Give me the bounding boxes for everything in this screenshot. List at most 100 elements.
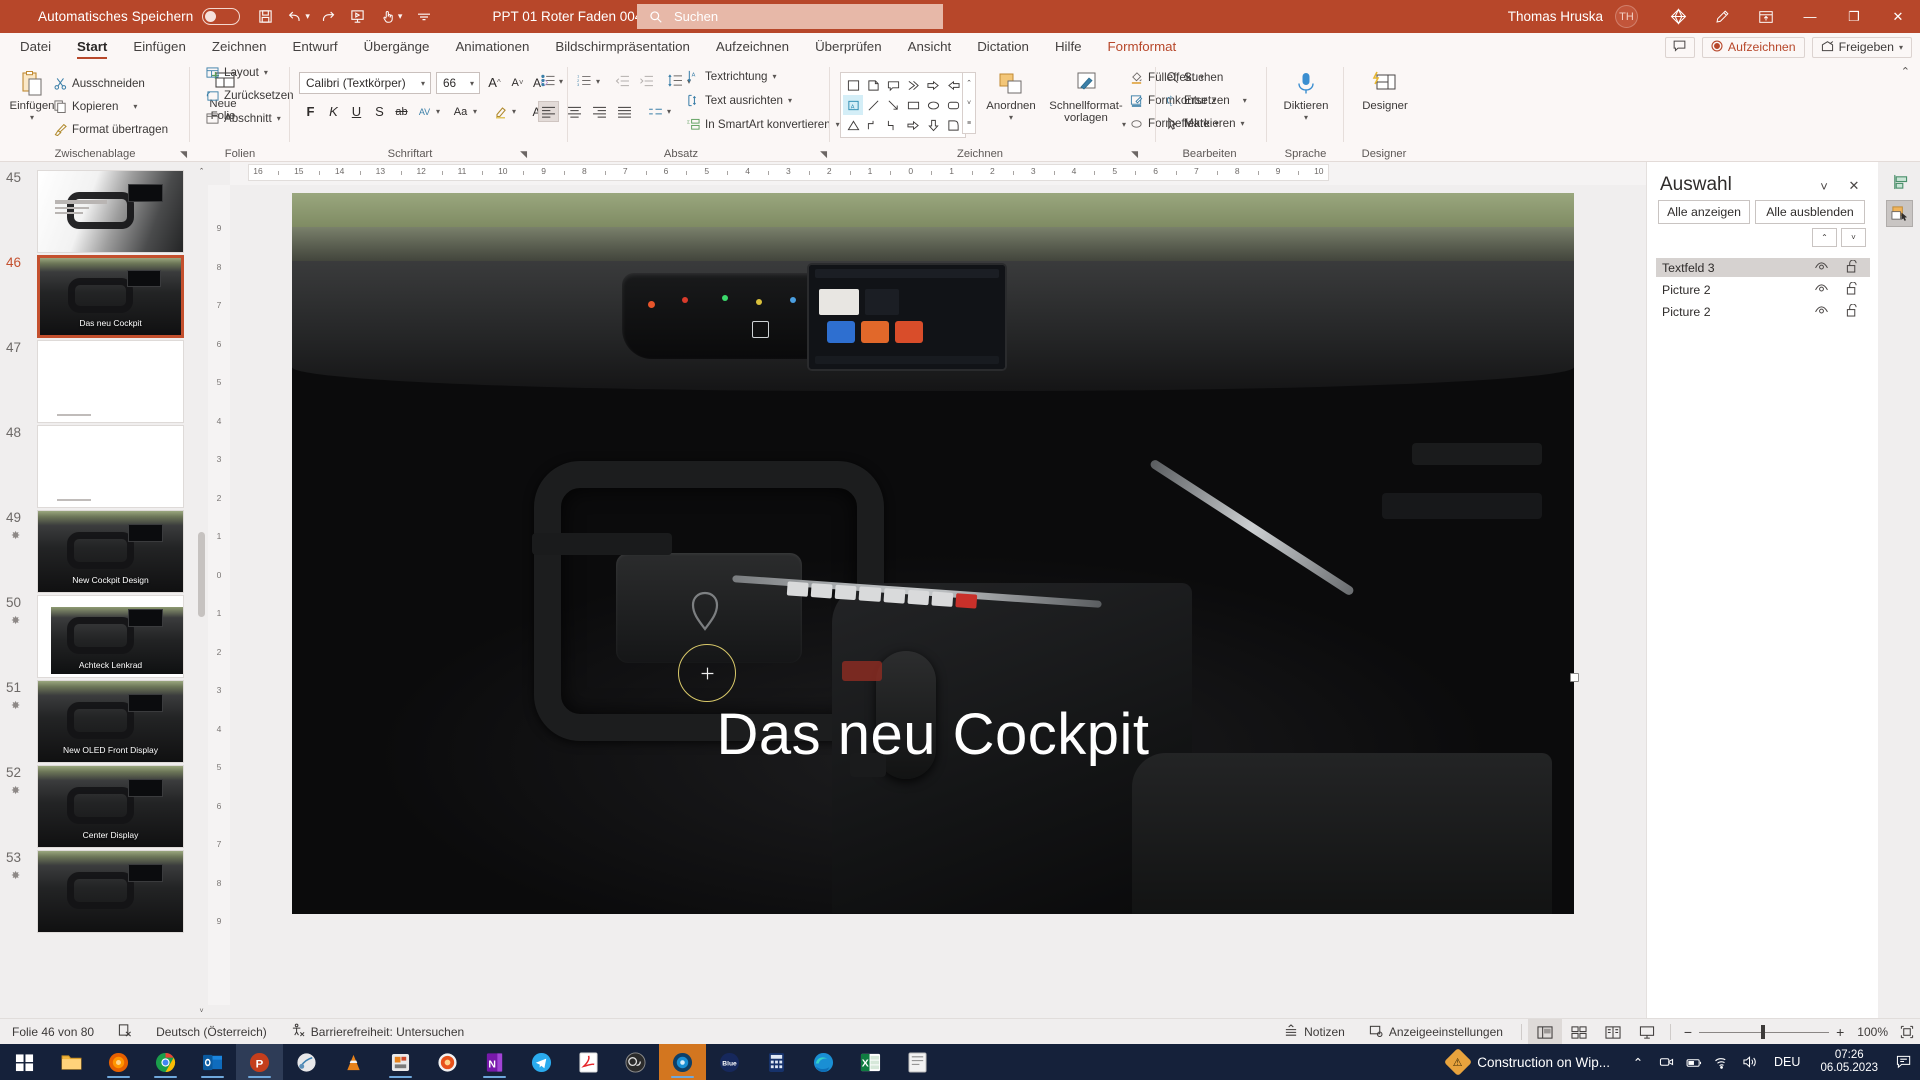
- redo-icon[interactable]: [313, 4, 343, 30]
- visibility-eye-icon[interactable]: [1814, 283, 1829, 297]
- slide-sorter-button[interactable]: [1562, 1019, 1596, 1045]
- text-shadow-button[interactable]: S: [369, 101, 390, 122]
- shape-pentagon[interactable]: [943, 115, 963, 135]
- find-button[interactable]: Suchen: [1166, 71, 1223, 84]
- record-button[interactable]: Aufzeichnen: [1701, 36, 1805, 58]
- user-name[interactable]: Thomas Hruska: [1508, 9, 1603, 24]
- taskbar-recorder-icon[interactable]: [659, 1044, 706, 1080]
- autosave-toggle[interactable]: [202, 8, 241, 25]
- search-box[interactable]: Suchen: [637, 4, 943, 29]
- italic-button[interactable]: K: [323, 101, 344, 122]
- character-spacing-button[interactable]: AV: [414, 101, 435, 122]
- start-button[interactable]: [0, 1044, 48, 1080]
- shapes-scroll-up[interactable]: ⌃: [966, 73, 972, 92]
- taskbar-acrobat-icon[interactable]: [565, 1044, 612, 1080]
- change-case-button[interactable]: Aa: [450, 101, 471, 122]
- shapes-more[interactable]: ≡: [967, 114, 971, 133]
- columns-button[interactable]: [645, 101, 666, 122]
- taskbar-powerpoint-icon[interactable]: P: [236, 1044, 283, 1080]
- lock-icon[interactable]: [1846, 303, 1858, 320]
- shape-oval[interactable]: [923, 95, 943, 115]
- arrange-button[interactable]: Anordnen ▾: [980, 71, 1042, 124]
- more-commands-icon[interactable]: [409, 4, 439, 30]
- fit-to-window-button[interactable]: [1894, 1019, 1920, 1045]
- taskbar-edge-icon[interactable]: [800, 1044, 847, 1080]
- taskbar-clock[interactable]: 07:26 06.05.2023: [1810, 1049, 1888, 1075]
- accessibility-status[interactable]: Barrierefreiheit: Untersuchen: [279, 1019, 476, 1045]
- drawing-dialog-launcher[interactable]: ◥: [1131, 149, 1138, 160]
- tab-bildschirmprsentation[interactable]: Bildschirmpräsentation: [542, 33, 703, 61]
- shape-arrow-right[interactable]: [923, 75, 943, 95]
- visibility-eye-icon[interactable]: [1814, 261, 1829, 275]
- taskbar-obs-icon[interactable]: [612, 1044, 659, 1080]
- align-right-button[interactable]: [589, 101, 610, 122]
- replace-dropdown-icon[interactable]: ▾: [1243, 96, 1247, 105]
- tab-hilfe[interactable]: Hilfe: [1042, 33, 1095, 61]
- selection-pane-item[interactable]: Textfeld 3: [1656, 258, 1870, 277]
- selection-pane-item[interactable]: Picture 2: [1656, 302, 1870, 321]
- align-left-button[interactable]: [538, 101, 559, 122]
- font-family-dropdown-icon[interactable]: ▾: [421, 79, 425, 88]
- taskbar-outlook-icon[interactable]: [189, 1044, 236, 1080]
- notes-button[interactable]: Notizen: [1272, 1019, 1357, 1045]
- display-settings-button[interactable]: Anzeigeeinstellungen: [1357, 1019, 1515, 1045]
- columns-dropdown-icon[interactable]: ▾: [667, 107, 671, 116]
- language-status[interactable]: Deutsch (Österreich): [144, 1019, 279, 1045]
- tab-dictation[interactable]: Dictation: [964, 33, 1042, 61]
- tab-entwurf[interactable]: Entwurf: [280, 33, 351, 61]
- chevron-up-icon[interactable]: ⌃: [1624, 1055, 1652, 1070]
- section-button[interactable]: Abschnitt ▾: [206, 112, 281, 125]
- dictate-dropdown-icon[interactable]: ▾: [1304, 112, 1308, 124]
- arrange-dropdown-icon[interactable]: ▾: [1009, 112, 1013, 124]
- taskbar-file-explorer-icon[interactable]: [48, 1044, 95, 1080]
- avatar[interactable]: TH: [1615, 5, 1638, 28]
- taskbar-chrome-icon[interactable]: [142, 1044, 189, 1080]
- shape-arrow-left[interactable]: [943, 75, 963, 95]
- selection-handle[interactable]: [1570, 673, 1579, 682]
- quick-styles-button[interactable]: Schnellformat- vorlagen: [1045, 71, 1127, 124]
- shrink-font-button[interactable]: A ˅: [507, 72, 528, 93]
- shape-rounded-rect[interactable]: [943, 95, 963, 115]
- zoom-slider[interactable]: [1699, 1019, 1830, 1045]
- tab-animationen[interactable]: Animationen: [442, 33, 542, 61]
- collapse-ribbon-button[interactable]: ⌃: [1901, 65, 1910, 78]
- text-direction-dropdown-icon[interactable]: ▾: [773, 72, 777, 81]
- cut-button[interactable]: Ausschneiden: [54, 77, 145, 90]
- shape-callout[interactable]: [883, 75, 903, 95]
- bullets-dropdown-icon[interactable]: ▾: [559, 77, 563, 86]
- text-highlight-button[interactable]: [490, 101, 511, 122]
- normal-view-button[interactable]: [1527, 1019, 1562, 1045]
- slide-title-text[interactable]: Das neu Cockpit: [292, 701, 1574, 768]
- slideshow-button[interactable]: [1630, 1019, 1664, 1045]
- taskbar-bluejeans-icon[interactable]: Blue: [706, 1044, 753, 1080]
- shapes-gallery[interactable]: A: [840, 72, 966, 138]
- paragraph-dialog-launcher[interactable]: ◥: [820, 149, 827, 160]
- highlight-dropdown-icon[interactable]: ▾: [512, 107, 516, 116]
- chevron-down-icon[interactable]: ˅: [1814, 176, 1834, 196]
- grow-font-button[interactable]: A ^: [484, 72, 505, 93]
- spacing-dropdown-icon[interactable]: ▾: [436, 107, 440, 116]
- zoom-level-label[interactable]: 100%: [1851, 1025, 1894, 1039]
- share-button[interactable]: Freigeben ▾: [1811, 36, 1912, 58]
- thumbnail-scroll-up[interactable]: ⌃: [196, 162, 207, 180]
- ribbon-display-icon[interactable]: [1744, 0, 1788, 33]
- shape-chevron[interactable]: [903, 75, 923, 95]
- minimize-button[interactable]: —: [1788, 0, 1832, 33]
- align-center-button[interactable]: [564, 101, 585, 122]
- shape-connector-elbow[interactable]: [863, 115, 883, 135]
- layout-button[interactable]: Layout ▾: [206, 66, 268, 79]
- taskbar-calculator-icon[interactable]: [753, 1044, 800, 1080]
- justify-button[interactable]: [614, 101, 635, 122]
- replace-button[interactable]: bc Ersetzen ▾: [1166, 94, 1247, 107]
- dictate-button[interactable]: Diktieren ▾: [1275, 71, 1337, 124]
- font-size-dropdown-icon[interactable]: ▾: [470, 79, 474, 88]
- font-dialog-launcher[interactable]: ◥: [520, 149, 527, 160]
- quick-styles-dropdown-icon[interactable]: ▾: [1122, 120, 1126, 129]
- tab-datei[interactable]: Datei: [7, 33, 64, 61]
- thumbnail-scrollbar[interactable]: ⌃ ˅: [196, 162, 207, 1028]
- shape-connector-elbow2[interactable]: [883, 115, 903, 135]
- change-case-dropdown-icon[interactable]: ▾: [473, 107, 477, 116]
- convert-smartart-button[interactable]: Σ In SmartArt konvertieren ▾: [687, 118, 840, 131]
- text-direction-button[interactable]: A Textrichtung ▾: [687, 70, 777, 83]
- slide-thumbnail-47[interactable]: 47: [0, 340, 208, 423]
